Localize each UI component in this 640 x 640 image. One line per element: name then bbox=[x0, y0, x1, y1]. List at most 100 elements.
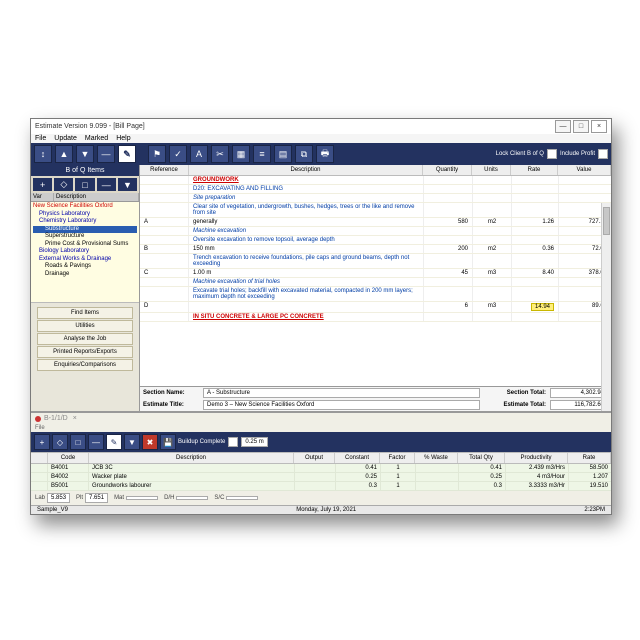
col-description[interactable]: Description bbox=[189, 165, 423, 175]
maximize-button[interactable]: □ bbox=[573, 120, 589, 133]
grid-row[interactable]: Machine excavation bbox=[140, 227, 611, 236]
grid-row[interactable]: IN SITU CONCRETE & LARGE PC CONCRETE bbox=[140, 313, 611, 322]
bu-col-productivity[interactable]: Productivity bbox=[505, 453, 568, 463]
grid-row[interactable]: Site preparation bbox=[140, 194, 611, 203]
tree-item[interactable]: Physics Laboratory bbox=[33, 211, 137, 219]
buildup-row[interactable]: B4001JCB 3C0.4110.412.439 m3/Hrs58.500 bbox=[31, 464, 611, 473]
mat-value[interactable] bbox=[126, 496, 158, 500]
sidebar-add-icon[interactable]: + bbox=[33, 178, 52, 191]
estimate-total-label: Estimate Total: bbox=[484, 402, 546, 408]
tool-delete-icon[interactable]: — bbox=[97, 145, 115, 163]
buildup-grid-body[interactable]: B4001JCB 3C0.4110.412.439 m3/Hrs58.500B4… bbox=[31, 464, 611, 491]
col-value[interactable]: Value bbox=[558, 165, 611, 175]
grid-row[interactable]: GROUNDWORK bbox=[140, 176, 611, 185]
menu-update[interactable]: Update bbox=[54, 135, 77, 142]
tree-item-selected[interactable]: Substructure bbox=[33, 226, 137, 234]
bu-delete-icon[interactable]: ✖ bbox=[142, 434, 158, 450]
bu-col-output[interactable]: Output bbox=[294, 453, 335, 463]
col-quantity[interactable]: Quantity bbox=[423, 165, 472, 175]
grid-row[interactable]: D6m314.9489.64 bbox=[140, 302, 611, 313]
tool-calc-icon[interactable]: ▦ bbox=[232, 145, 250, 163]
bu-col-constant[interactable]: Constant bbox=[335, 453, 380, 463]
grid-row[interactable]: D20: EXCAVATING AND FILLING bbox=[140, 185, 611, 194]
tool-clip-icon[interactable]: ✂ bbox=[211, 145, 229, 163]
bu-edit-icon[interactable]: ✎ bbox=[106, 434, 122, 450]
grid-row[interactable]: Trench excavation to receive foundations… bbox=[140, 254, 611, 269]
buildup-row[interactable]: B4002Wacker plate0.2510.254 m3/Hour1.207 bbox=[31, 473, 611, 482]
sidebar-down-icon[interactable]: ▼ bbox=[118, 178, 137, 191]
tool-print-icon[interactable]: 🖶 bbox=[316, 145, 334, 163]
bu-col-factor[interactable]: Factor bbox=[380, 453, 415, 463]
tree-item[interactable]: Superstructure bbox=[33, 233, 137, 241]
grid-body[interactable]: GROUNDWORKD20: EXCAVATING AND FILLINGSit… bbox=[140, 176, 611, 386]
window-title: Estimate Version 9.099 - [Bill Page] bbox=[35, 123, 145, 130]
tool-a-icon[interactable]: A bbox=[190, 145, 208, 163]
scrollbar-thumb[interactable] bbox=[603, 207, 610, 235]
section-name-field[interactable]: A - Substructure bbox=[203, 388, 480, 398]
tool-insert-icon[interactable]: ▲ bbox=[55, 145, 73, 163]
tree-item[interactable]: Drainage bbox=[33, 271, 137, 279]
menu-help[interactable]: Help bbox=[116, 135, 130, 142]
col-reference[interactable]: Reference bbox=[140, 165, 189, 175]
sidebar-expand-icon[interactable]: ◇ bbox=[54, 178, 73, 191]
bu-col-rate[interactable]: Rate bbox=[568, 453, 611, 463]
tool-down-icon[interactable]: ▼ bbox=[76, 145, 94, 163]
tool-check-icon[interactable]: ✓ bbox=[169, 145, 187, 163]
bu-add-icon[interactable]: + bbox=[34, 434, 50, 450]
grid-row[interactable]: Excavate trial holes; backfill with exca… bbox=[140, 287, 611, 302]
lock-client-checkbox[interactable] bbox=[547, 149, 557, 159]
find-items-button[interactable]: Find Items bbox=[37, 307, 133, 319]
bu-col-waste[interactable]: % Waste bbox=[415, 453, 458, 463]
sc-value[interactable] bbox=[226, 496, 258, 500]
estimate-title-field[interactable]: Demo 3 – New Science Facilities Oxford bbox=[203, 400, 480, 410]
bu-save-icon[interactable]: 💾 bbox=[160, 434, 176, 450]
tree-item[interactable]: Prime Cost & Provisional Sums bbox=[33, 241, 137, 249]
bu-col-code[interactable]: Code bbox=[48, 453, 89, 463]
bu-remove-icon[interactable]: — bbox=[88, 434, 104, 450]
buildup-complete-value[interactable]: 0.25 m bbox=[241, 437, 267, 447]
grid-row[interactable]: Agenerally580m21.26727.16 bbox=[140, 218, 611, 227]
sidebar-collapse-icon[interactable]: □ bbox=[75, 178, 94, 191]
bu-down-icon[interactable]: ▼ bbox=[124, 434, 140, 450]
bu-box-icon[interactable]: □ bbox=[70, 434, 86, 450]
tool-list-icon[interactable]: ≡ bbox=[253, 145, 271, 163]
bu-col-desc[interactable]: Description bbox=[89, 453, 294, 463]
col-units[interactable]: Units bbox=[472, 165, 511, 175]
sidebar-toolbar: + ◇ □ — ▼ bbox=[31, 176, 139, 193]
menu-file[interactable]: File bbox=[35, 135, 46, 142]
utilities-button[interactable]: Utilities bbox=[37, 320, 133, 332]
analyse-job-button[interactable]: Analyse the Job bbox=[37, 333, 133, 345]
tool-grid-icon[interactable]: ▤ bbox=[274, 145, 292, 163]
buildup-row[interactable]: B5001Groundworks labourer0.310.33.3333 m… bbox=[31, 482, 611, 491]
sidebar-remove-icon[interactable]: — bbox=[97, 178, 116, 191]
tool-flag-icon[interactable]: ⚑ bbox=[148, 145, 166, 163]
tool-edit-icon[interactable]: ✎ bbox=[118, 145, 136, 163]
vertical-scrollbar[interactable] bbox=[601, 203, 611, 411]
grid-row[interactable]: B150 mm200m20.3672.09 bbox=[140, 245, 611, 254]
bu-col-totalqty[interactable]: Total Qty bbox=[458, 453, 505, 463]
include-profit-checkbox[interactable] bbox=[598, 149, 608, 159]
buildup-close-icon[interactable]: × bbox=[73, 415, 77, 422]
tool-copy-icon[interactable]: ⧉ bbox=[295, 145, 313, 163]
grid-row[interactable]: C1.00 m45m38.40378.00 bbox=[140, 269, 611, 278]
grid-row[interactable]: Clear site of vegetation, undergrowth, b… bbox=[140, 203, 611, 218]
dh-value[interactable] bbox=[176, 496, 208, 500]
minimize-button[interactable]: — bbox=[555, 120, 571, 133]
reports-button[interactable]: Printed Reports/Exports bbox=[37, 346, 133, 358]
project-tree[interactable]: New Science Facilities Oxford Physics La… bbox=[31, 202, 139, 302]
tree-item[interactable]: External Works & Drainage bbox=[33, 256, 137, 264]
close-button[interactable]: × bbox=[591, 120, 607, 133]
buildup-complete-checkbox[interactable] bbox=[228, 437, 238, 447]
tree-root[interactable]: New Science Facilities Oxford bbox=[33, 203, 137, 211]
tree-item[interactable]: Biology Laboratory bbox=[33, 248, 137, 256]
tree-item[interactable]: Roads & Pavings bbox=[33, 263, 137, 271]
menu-marked[interactable]: Marked bbox=[85, 135, 108, 142]
grid-row[interactable]: Machine excavation of trial holes bbox=[140, 278, 611, 287]
record-dot-icon bbox=[35, 416, 41, 422]
col-rate[interactable]: Rate bbox=[511, 165, 558, 175]
grid-row[interactable]: Oversite excavation to remove topsoil, a… bbox=[140, 236, 611, 245]
bu-expand-icon[interactable]: ◇ bbox=[52, 434, 68, 450]
tree-item[interactable]: Chemistry Laboratory bbox=[33, 218, 137, 226]
tool-arrow-up-icon[interactable]: ↕ bbox=[34, 145, 52, 163]
enquiries-button[interactable]: Enquiries/Comparisons bbox=[37, 359, 133, 371]
